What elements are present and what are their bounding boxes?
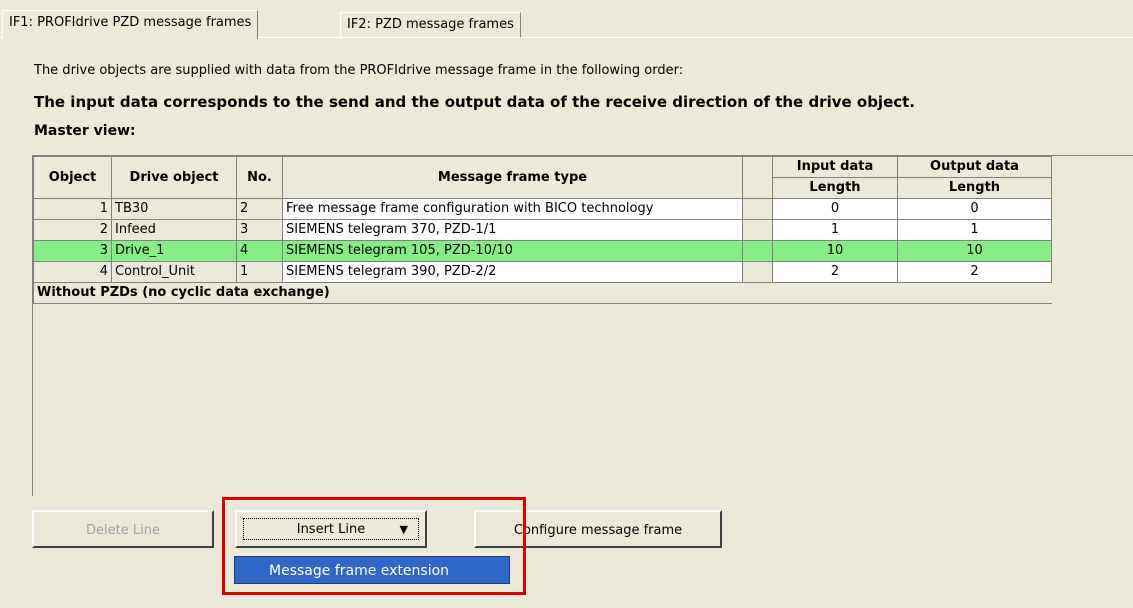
cell-drive-object: TB30	[111, 198, 237, 220]
col-output-data: Output data	[897, 156, 1052, 178]
cell-object: 4	[33, 261, 112, 283]
cell-message-frame-type[interactable]: Free message frame configuration with BI…	[282, 198, 743, 220]
col-drive-object: Drive object	[111, 156, 237, 199]
col-object: Object	[33, 156, 112, 199]
table-row[interactable]: 2 Infeed 3 SIEMENS telegram 370, PZD-1/1…	[33, 219, 1052, 241]
cell-input-length[interactable]: 10	[772, 240, 898, 262]
frame-table: Object Drive object No. Message frame ty…	[33, 156, 1052, 304]
col-input-length: Length	[772, 177, 898, 199]
cell-spacer	[742, 240, 773, 262]
cell-output-length[interactable]: 2	[897, 261, 1052, 283]
cell-output-length[interactable]: 10	[897, 240, 1052, 262]
cell-message-frame-type[interactable]: SIEMENS telegram 370, PZD-1/1	[282, 219, 743, 241]
frame-table-panel: Object Drive object No. Message frame ty…	[32, 155, 1133, 496]
cell-message-frame-type[interactable]: SIEMENS telegram 390, PZD-2/2	[282, 261, 743, 283]
cell-spacer	[742, 198, 773, 220]
cell-drive-object: Control_Unit	[111, 261, 237, 283]
cell-spacer	[742, 219, 773, 241]
table-row[interactable]: 1 TB30 2 Free message frame configuratio…	[33, 198, 1052, 220]
cell-output-length[interactable]: 1	[897, 219, 1052, 241]
col-message-frame-type: Message frame type	[282, 156, 743, 199]
cell-message-frame-type[interactable]: SIEMENS telegram 105, PZD-10/10	[282, 240, 743, 262]
master-view-label: Master view:	[34, 123, 136, 139]
cell-drive-object: Infeed	[111, 219, 237, 241]
intro-text: The drive objects are supplied with data…	[34, 63, 684, 78]
no-pzd-label: Without PZDs (no cyclic data exchange)	[33, 282, 1052, 304]
highlight-box	[222, 497, 526, 595]
delete-line-button[interactable]: Delete Line	[32, 510, 214, 548]
cell-object: 1	[33, 198, 112, 220]
cell-no[interactable]: 1	[236, 261, 283, 283]
cell-object: 3	[33, 240, 112, 262]
tab-bar: IF1: PROFIdrive PZD message frames IF2: …	[0, 0, 1133, 40]
col-no: No.	[236, 156, 283, 199]
cell-output-length[interactable]: 0	[897, 198, 1052, 220]
tab-if1[interactable]: IF1: PROFIdrive PZD message frames	[2, 10, 259, 39]
cell-no[interactable]: 2	[236, 198, 283, 220]
cell-input-length[interactable]: 1	[772, 219, 898, 241]
table-row-no-pzd[interactable]: Without PZDs (no cyclic data exchange)	[33, 282, 1052, 304]
cell-no[interactable]: 4	[236, 240, 283, 262]
cell-input-length[interactable]: 2	[772, 261, 898, 283]
cell-drive-object: Drive_1	[111, 240, 237, 262]
table-row-selected[interactable]: 3 Drive_1 4 SIEMENS telegram 105, PZD-10…	[33, 240, 1052, 262]
col-spacer	[742, 156, 773, 199]
intro-bold-text: The input data corresponds to the send a…	[34, 93, 916, 111]
cell-object: 2	[33, 219, 112, 241]
col-output-length: Length	[897, 177, 1052, 199]
cell-spacer	[742, 261, 773, 283]
table-row[interactable]: 4 Control_Unit 1 SIEMENS telegram 390, P…	[33, 261, 1052, 283]
col-input-data: Input data	[772, 156, 898, 178]
cell-no[interactable]: 3	[236, 219, 283, 241]
tab-if2[interactable]: IF2: PZD message frames	[340, 12, 521, 37]
cell-input-length[interactable]: 0	[772, 198, 898, 220]
